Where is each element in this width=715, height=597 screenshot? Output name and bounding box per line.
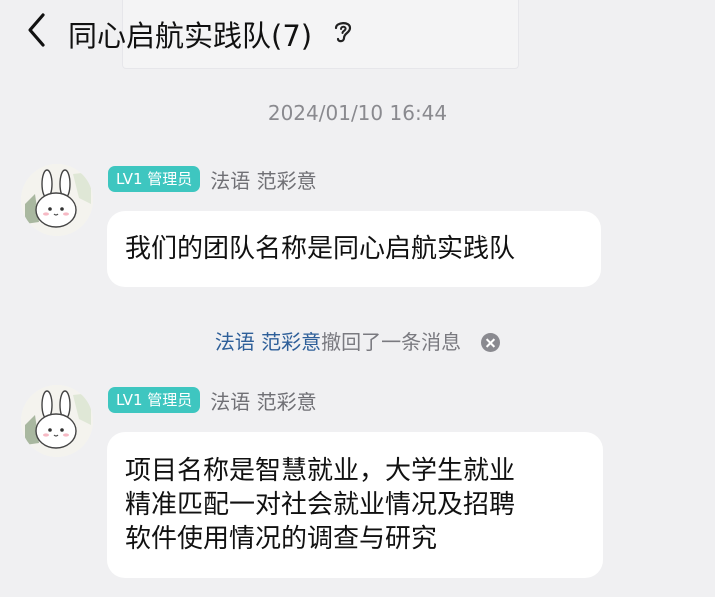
avatar[interactable] xyxy=(21,385,93,457)
message-text: 我们的团队名称是同心启航实践队 xyxy=(125,234,516,264)
recall-notice: 法语 范彩意撤回了一条消息 xyxy=(0,326,715,355)
message-bubble[interactable]: 项目名称是智慧就业，大学生就业 精准匹配一对社会就业情况及招聘 软件使用情况的调… xyxy=(107,432,603,578)
ear-icon[interactable] xyxy=(332,18,354,44)
close-icon[interactable] xyxy=(481,333,501,352)
member-badge: LV1 管理员 xyxy=(108,387,201,413)
back-button[interactable] xyxy=(22,12,52,48)
message-bubble[interactable]: 我们的团队名称是同心启航实践队 xyxy=(107,211,601,287)
message-text-line: 项目名称是智慧就业，大学生就业 xyxy=(125,456,516,486)
bunny-avatar-icon xyxy=(21,385,93,457)
message-text-line: 精准匹配一对社会就业情况及招聘 xyxy=(125,490,516,520)
message-text-line: 软件使用情况的调查与研究 xyxy=(125,524,438,554)
bunny-avatar-icon xyxy=(21,164,93,236)
member-badge: LV1 管理员 xyxy=(108,166,201,192)
recall-sender[interactable]: 法语 范彩意 xyxy=(215,330,321,354)
timestamp: 2024/01/10 16:44 xyxy=(267,101,448,125)
chat-title[interactable]: 同心启航实践队(7) xyxy=(68,13,312,55)
chevron-left-icon xyxy=(28,13,45,47)
sender-name[interactable]: 法语 范彩意 xyxy=(210,165,316,194)
avatar[interactable] xyxy=(21,164,93,236)
message-meta: LV1 管理员 法语 范彩意 xyxy=(108,165,317,193)
sender-name[interactable]: 法语 范彩意 xyxy=(210,386,316,415)
recall-text: 撤回了一条消息 xyxy=(321,330,462,354)
chat-header: 同心启航实践队(7) xyxy=(0,0,715,69)
message-meta: LV1 管理员 法语 范彩意 xyxy=(108,386,317,414)
